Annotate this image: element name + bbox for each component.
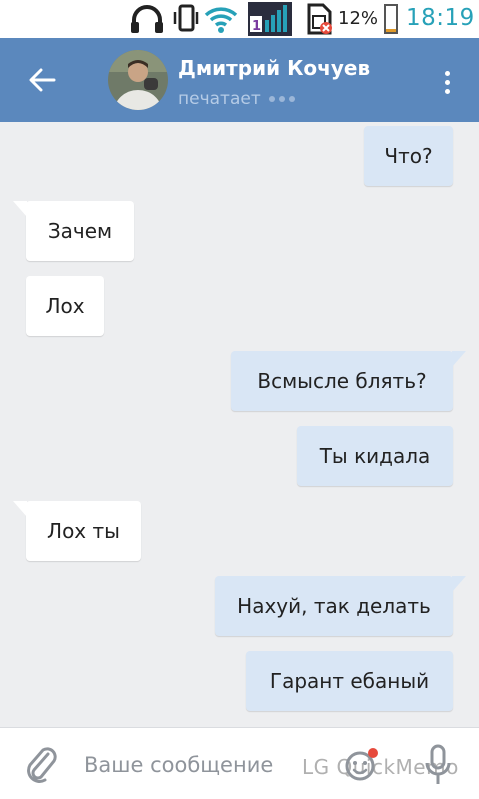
message-text: Лох ты bbox=[47, 519, 120, 543]
chat-header: Дмитрий Кочуев печатает bbox=[0, 38, 479, 122]
message-text: Зачем bbox=[47, 219, 113, 243]
message-text: Лох bbox=[45, 294, 85, 318]
status-bar: 1 12% 18:19 bbox=[0, 0, 479, 38]
message-text: Гарант ебаный bbox=[269, 669, 430, 693]
message-list[interactable]: Что? Зачем Лох Всмысле блять? Ты кидала … bbox=[0, 122, 479, 727]
message-bubble-incoming[interactable]: Лох ты bbox=[13, 501, 141, 561]
message-text: Всмысле блять? bbox=[257, 369, 427, 393]
message-bubble-outgoing[interactable]: Гарант ебаный bbox=[246, 651, 453, 711]
message-bubble-outgoing[interactable]: Ты кидала bbox=[297, 426, 453, 486]
message-text: Что? bbox=[384, 144, 433, 168]
avatar[interactable] bbox=[108, 50, 168, 110]
message-bubble-incoming[interactable]: Лох bbox=[26, 276, 104, 336]
paperclip-icon bbox=[27, 747, 57, 783]
message-text: Ты кидала bbox=[319, 444, 431, 468]
voice-message-button[interactable] bbox=[424, 744, 452, 790]
signal-icon: 1 bbox=[248, 2, 292, 36]
message-bubble-outgoing[interactable]: Всмысле блять? bbox=[231, 351, 466, 411]
battery-icon bbox=[384, 4, 398, 34]
typing-status: печатает bbox=[178, 89, 261, 109]
message-input[interactable] bbox=[84, 748, 324, 782]
more-options-button[interactable] bbox=[432, 62, 462, 102]
emoji-icon bbox=[345, 748, 378, 781]
contact-name[interactable]: Дмитрий Кочуев bbox=[178, 56, 370, 80]
sim-icon bbox=[306, 3, 334, 39]
vibrate-icon bbox=[172, 4, 200, 38]
typing-indicator: печатает bbox=[178, 89, 295, 109]
back-button[interactable] bbox=[20, 60, 64, 100]
more-vert-icon bbox=[444, 70, 450, 94]
message-input-bar: LG QuickMemo bbox=[0, 727, 479, 799]
attach-button[interactable] bbox=[24, 742, 58, 788]
message-bubble-outgoing[interactable]: Что? bbox=[364, 126, 453, 186]
message-text: Нахуй, так делать bbox=[237, 594, 431, 618]
headphones-icon bbox=[130, 4, 164, 38]
svg-text:1: 1 bbox=[252, 19, 261, 34]
battery-percent: 12% bbox=[338, 8, 379, 29]
microphone-icon bbox=[425, 744, 451, 784]
back-arrow-icon bbox=[29, 68, 56, 92]
message-bubble-incoming[interactable]: Зачем bbox=[13, 201, 134, 261]
message-bubble-outgoing[interactable]: Нахуй, так делать bbox=[215, 576, 466, 636]
emoji-button[interactable] bbox=[344, 746, 380, 786]
clock: 18:19 bbox=[406, 5, 475, 31]
typing-dots-icon bbox=[268, 96, 295, 102]
wifi-icon bbox=[204, 6, 238, 38]
